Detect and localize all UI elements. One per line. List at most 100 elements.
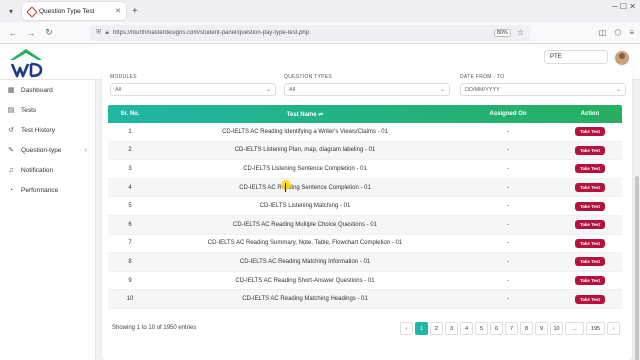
next-page-button[interactable]: › bbox=[607, 322, 620, 335]
brand-logo[interactable] bbox=[6, 46, 46, 78]
take-test-button[interactable]: Take Test bbox=[574, 220, 606, 230]
date-range-input[interactable]: DD/MM/YYYY ⌄ bbox=[460, 83, 626, 96]
pocket-icon[interactable]: ◫ bbox=[599, 28, 607, 37]
page-button[interactable]: 2 bbox=[430, 322, 443, 335]
question-types-select[interactable]: All ⌄ bbox=[284, 83, 450, 96]
lock-icon[interactable]: 🔒︎ bbox=[105, 29, 109, 37]
document-icon: ▤ bbox=[7, 107, 15, 114]
reload-icon[interactable]: ↻ bbox=[42, 26, 56, 40]
table-row: 1 CD-IELTS AC Reading Identifying a Write… bbox=[108, 123, 622, 142]
tab-title: Question Type Test bbox=[39, 7, 95, 15]
take-test-button[interactable]: Take Test bbox=[574, 276, 606, 286]
main-content: MODULES All ⌄ QUESTION TYPES All ⌄ DATE … bbox=[102, 66, 632, 360]
take-test-button[interactable]: Take Test bbox=[574, 294, 606, 304]
row-action: Take Test bbox=[558, 201, 622, 211]
page-button[interactable]: 5 bbox=[475, 322, 488, 335]
bell-icon: ♫ bbox=[8, 166, 14, 174]
sidebar-item-test-history[interactable]: ↺ Test History bbox=[0, 120, 95, 140]
sidebar-item-notification[interactable]: ♫ Notification bbox=[0, 160, 95, 180]
prev-page-button[interactable]: ‹ bbox=[400, 322, 413, 335]
date-range-value: DD/MM/YYYY bbox=[465, 87, 500, 93]
take-test-button[interactable]: Take Test bbox=[574, 164, 606, 174]
sidebar-item-question-type[interactable]: ✎ Question-type ‹ bbox=[0, 140, 95, 160]
sidebar-item-performance[interactable]: ◔ Performance bbox=[0, 180, 95, 200]
take-test-button[interactable]: Take Test bbox=[574, 201, 606, 211]
page-button[interactable]: 6 bbox=[490, 322, 503, 335]
row-sr-no: 8 bbox=[128, 258, 132, 265]
tab-close-icon[interactable]: ✕ bbox=[115, 7, 121, 15]
menu-icon[interactable]: ≡ bbox=[629, 28, 634, 37]
header-sr-no: Sr. No. bbox=[120, 111, 140, 117]
page-button[interactable]: 195 bbox=[586, 322, 605, 335]
page-button[interactable]: 9 bbox=[535, 322, 548, 335]
browser-tab[interactable]: Question Type Test ✕ bbox=[22, 2, 126, 20]
header-test-name[interactable]: Test Name ⇌ bbox=[152, 111, 458, 118]
row-assigned-on: - bbox=[507, 128, 509, 135]
extensions-icon[interactable]: ⬡ bbox=[614, 28, 621, 37]
take-test-button[interactable]: Take Test bbox=[574, 145, 606, 155]
page-button[interactable]: 10 bbox=[550, 322, 563, 335]
row-assigned-on: - bbox=[507, 277, 509, 284]
row-test-name: CD-IELTS AC Reading Short-Answer Questio… bbox=[235, 277, 375, 284]
row-sr-no: 6 bbox=[128, 221, 132, 228]
date-range-label: DATE FROM - TO bbox=[460, 74, 505, 80]
zoom-level[interactable]: 80% bbox=[493, 28, 511, 37]
tab-list-icon[interactable]: ▾ bbox=[4, 4, 18, 18]
take-test-button[interactable]: Take Test bbox=[574, 238, 606, 248]
sidebar-item-dashboard[interactable]: ▦ Dashboard bbox=[0, 80, 95, 100]
page-button[interactable]: 3 bbox=[445, 322, 458, 335]
row-test-name: CD-IELTS Listening Sentence Completion -… bbox=[243, 165, 367, 172]
take-test-button[interactable]: Take Test bbox=[574, 127, 606, 137]
browser-tab-bar: ▾ Question Type Test ✕ + ─ ☐ ✕ bbox=[0, 0, 640, 22]
page-button[interactable]: ... bbox=[565, 322, 584, 335]
avatar[interactable] bbox=[615, 51, 629, 65]
table-row: 3 CD-IELTS Listening Sentence Completion … bbox=[108, 160, 622, 179]
bookmark-star-icon[interactable]: ☆ bbox=[517, 28, 524, 37]
row-sr-no: 7 bbox=[128, 240, 132, 247]
question-types-value: All bbox=[289, 87, 296, 93]
row-assigned-on: - bbox=[507, 184, 509, 191]
modules-select[interactable]: All ⌄ bbox=[110, 83, 276, 96]
site-favicon-icon bbox=[27, 7, 35, 15]
filter-bar: MODULES All ⌄ QUESTION TYPES All ⌄ DATE … bbox=[108, 74, 626, 98]
row-assigned-on: - bbox=[507, 296, 509, 303]
table-row: 10 CD-IELTS AC Reading Matching Headings … bbox=[108, 290, 622, 309]
new-tab-button[interactable]: + bbox=[132, 6, 138, 17]
take-test-button[interactable]: Take Test bbox=[574, 257, 606, 267]
sidebar-item-label: Question-type bbox=[21, 146, 62, 154]
sidebar-item-label: Tests bbox=[21, 106, 37, 114]
question-types-label: QUESTION TYPES bbox=[284, 74, 333, 80]
scroll-thumb[interactable] bbox=[635, 176, 639, 360]
page-scrollbar[interactable] bbox=[634, 80, 640, 360]
table-row: 2 CD-IELTS Listening Plan, map, diagram l… bbox=[108, 141, 622, 161]
row-action: Take Test bbox=[558, 238, 622, 248]
exam-select[interactable]: PTE bbox=[544, 50, 608, 64]
sidebar-item-tests[interactable]: ▤ Tests bbox=[0, 100, 95, 120]
page-button[interactable]: 8 bbox=[520, 322, 533, 335]
page-button[interactable]: 1 bbox=[415, 322, 428, 335]
modules-filter: MODULES All ⌄ bbox=[110, 74, 276, 96]
url-text[interactable]: https://fourthmasterdesigns.com/student-… bbox=[113, 30, 494, 36]
sidebar-item-label: Notification bbox=[21, 166, 54, 174]
window-controls[interactable]: ─ ☐ ✕ bbox=[612, 2, 636, 11]
text-cursor bbox=[285, 183, 286, 192]
page-button[interactable]: 4 bbox=[460, 322, 473, 335]
address-bar[interactable]: ⛨ 🔒︎ https://fourthmasterdesigns.com/stu… bbox=[90, 24, 530, 41]
take-test-button[interactable]: Take Test bbox=[574, 183, 606, 193]
forward-icon[interactable]: → bbox=[24, 26, 38, 40]
header-assigned-on: Assigned On bbox=[489, 111, 527, 117]
table-row: 5 CD-IELTS Listening Matching - 01 - Take T… bbox=[108, 197, 622, 216]
row-test-name: CD-IELTS AC Reading Summary, Note, Table… bbox=[207, 240, 403, 247]
row-action: Take Test bbox=[558, 145, 622, 155]
page-button[interactable]: 7 bbox=[505, 322, 518, 335]
row-assigned-on: - bbox=[507, 165, 509, 172]
question-types-filter: QUESTION TYPES All ⌄ bbox=[284, 74, 450, 96]
tests-table: Sr. No. Test Name ⇌ Assigned On Action 1… bbox=[108, 105, 622, 309]
row-assigned-on: - bbox=[507, 240, 509, 247]
table-body: 1 CD-IELTS AC Reading Identifying a Write… bbox=[108, 123, 622, 309]
row-assigned-on: - bbox=[507, 221, 509, 228]
back-icon[interactable]: ← bbox=[6, 26, 20, 40]
row-sr-no: 1 bbox=[128, 128, 132, 135]
tracking-shield-icon[interactable]: ⛨ bbox=[96, 29, 101, 37]
browser-toolbar-right: ◫ ⬡ ≡ bbox=[599, 28, 634, 37]
